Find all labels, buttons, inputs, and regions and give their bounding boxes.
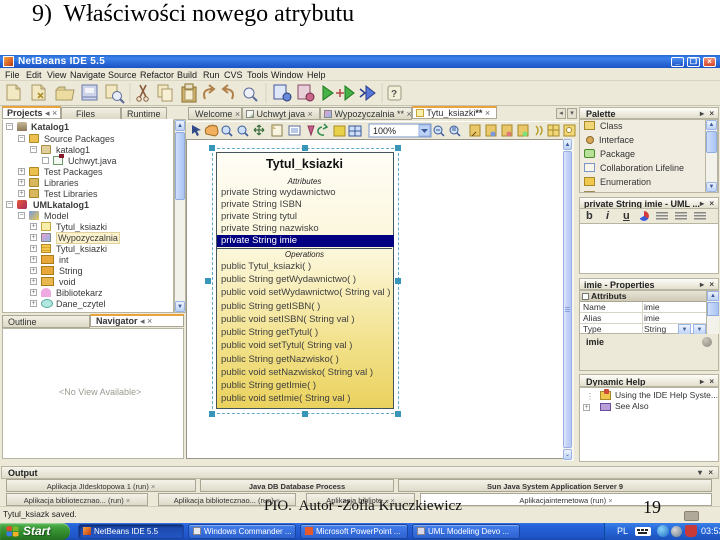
svg-text:?: ? [391, 89, 397, 100]
svg-text:100%: 100% [373, 126, 396, 136]
